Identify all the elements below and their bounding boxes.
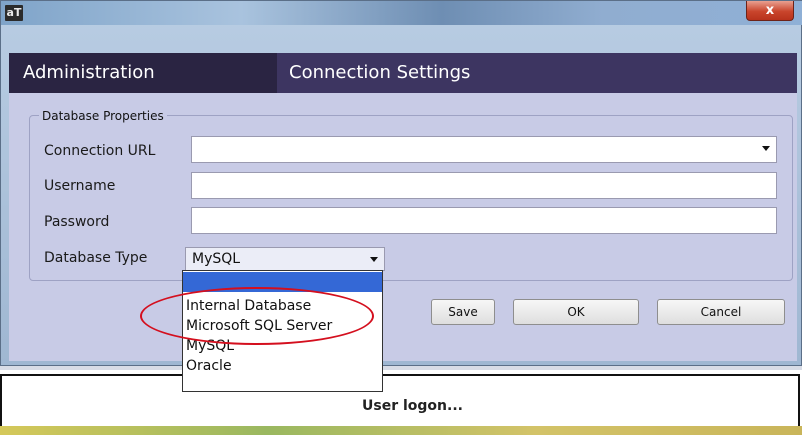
connection-url-combobox[interactable] <box>191 136 777 163</box>
dialog-header: Administration Connection Settings <box>9 53 797 93</box>
dropdown-option-mysql[interactable]: MySQL <box>183 336 382 356</box>
database-type-label: Database Type <box>44 250 148 266</box>
close-button[interactable]: x <box>746 1 794 21</box>
taskbar-strip <box>0 426 802 435</box>
username-input[interactable] <box>191 172 777 199</box>
database-type-value: MySQL <box>192 251 241 267</box>
status-text: User logon... <box>362 398 463 414</box>
ok-button[interactable]: OK <box>513 299 639 325</box>
title-bar[interactable]: aT x <box>1 1 802 25</box>
password-input[interactable] <box>191 207 777 234</box>
dropdown-option-internal-database[interactable]: Internal Database <box>183 296 382 316</box>
connection-url-label: Connection URL <box>44 143 156 159</box>
app-icon: aT <box>5 5 23 21</box>
password-label: Password <box>44 214 110 230</box>
database-type-combobox[interactable]: MySQL <box>185 247 385 271</box>
connection-settings-title: Connection Settings <box>277 53 797 93</box>
cancel-button[interactable]: Cancel <box>657 299 785 325</box>
dropdown-option-blank[interactable] <box>183 272 382 292</box>
username-label: Username <box>44 178 116 194</box>
database-properties-legend: Database Properties <box>39 109 167 123</box>
dialog-window: aT x Administration Connection Settings … <box>0 0 802 366</box>
administration-title: Administration <box>9 53 277 93</box>
dropdown-option-microsoft-sql-server[interactable]: Microsoft SQL Server <box>183 316 382 336</box>
save-button[interactable]: Save <box>431 299 495 325</box>
settings-panel: Database Properties Connection URL Usern… <box>9 93 797 361</box>
dropdown-option-oracle[interactable]: Oracle <box>183 356 382 376</box>
chevron-down-icon[interactable] <box>370 257 378 262</box>
chevron-down-icon[interactable] <box>762 146 770 151</box>
database-type-dropdown-list[interactable]: Internal Database Microsoft SQL Server M… <box>182 270 383 392</box>
